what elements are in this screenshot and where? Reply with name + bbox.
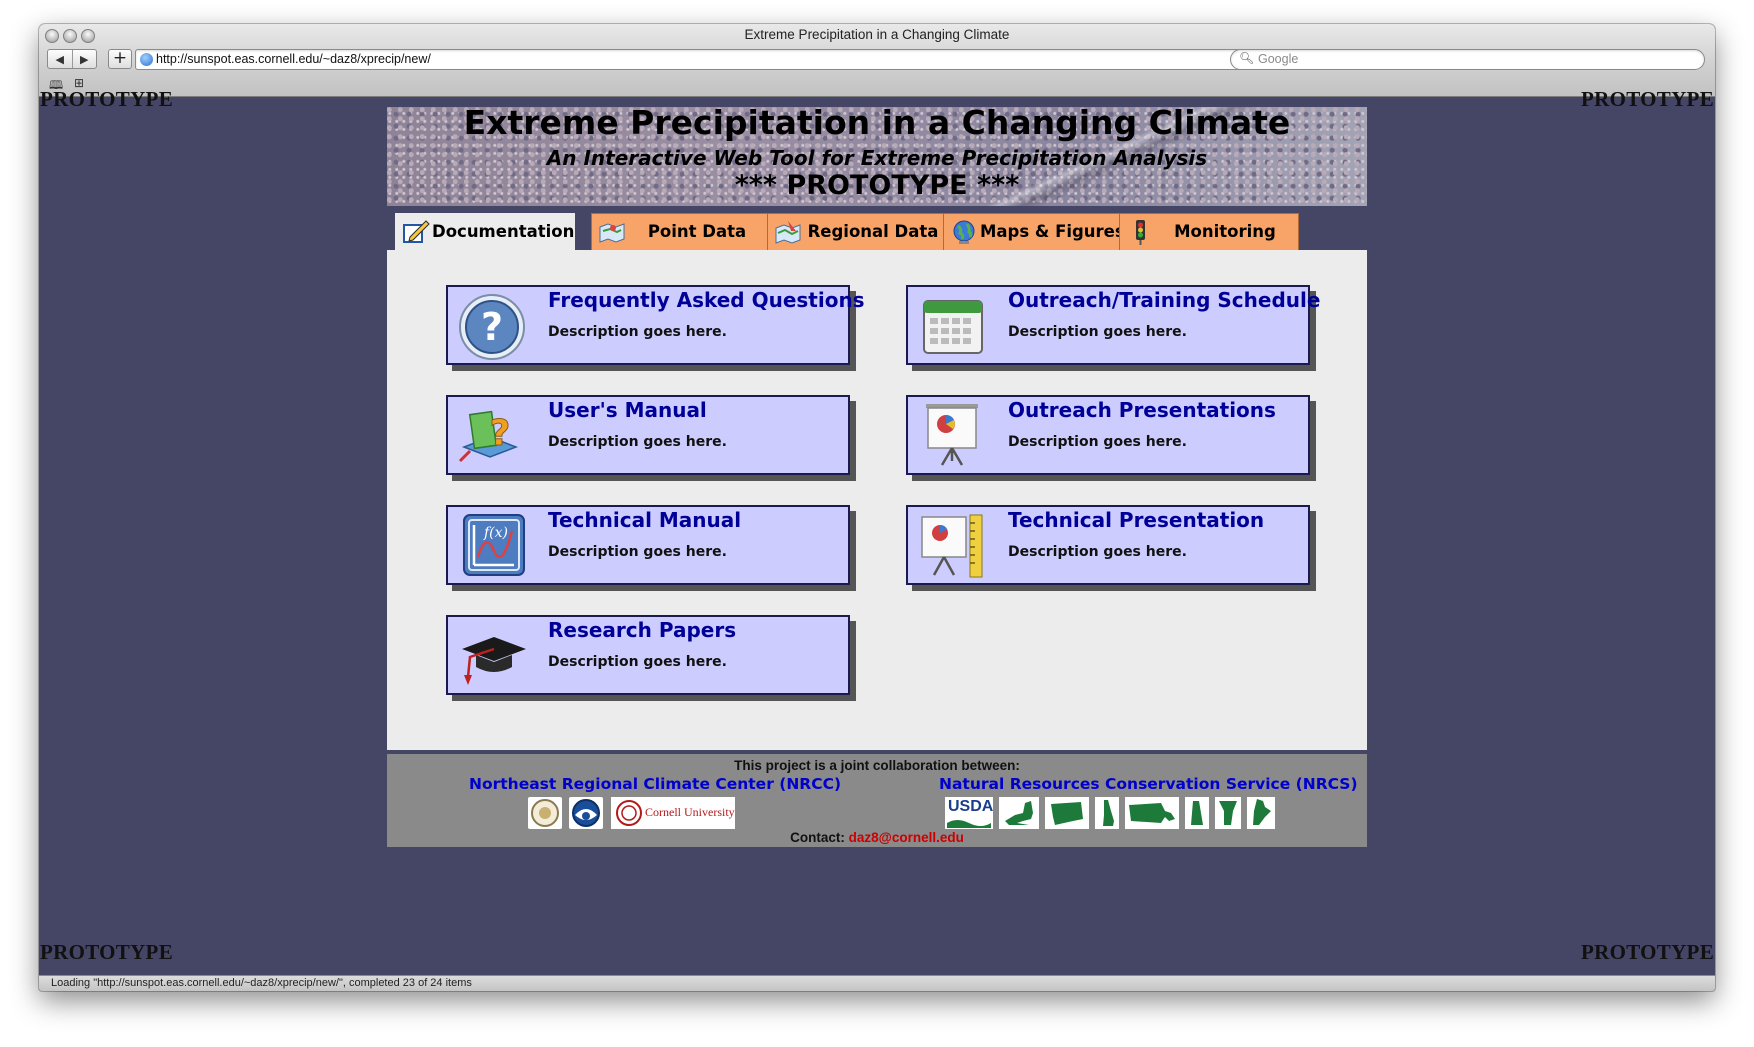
nrcc-link[interactable]: Northeast Regional Climate Center (NRCC) — [469, 775, 841, 793]
window-title: Extreme Precipitation in a Changing Clim… — [744, 27, 1010, 42]
address-bar[interactable]: http://sunspot.eas.cornell.edu/~daz8/xpr… — [135, 49, 1254, 70]
card-description: Description goes here. — [548, 544, 727, 560]
card-description: Description goes here. — [548, 324, 727, 340]
card-users-manual[interactable]: ? User's Manual Description goes here. — [446, 395, 850, 475]
card-title: Outreach Presentations — [1008, 398, 1276, 422]
card-title: Frequently Asked Questions — [548, 288, 865, 312]
back-icon[interactable]: ◀ — [48, 50, 73, 68]
prototype-watermark-bl: PROTOTYPE — [40, 940, 173, 964]
status-bar: Loading "http://sunspot.eas.cornell.edu/… — [39, 975, 1715, 991]
globe-icon — [953, 220, 975, 244]
browser-toolbar: Extreme Precipitation in a Changing Clim… — [39, 24, 1715, 97]
search-field[interactable]: 🔍︎ Google — [1230, 49, 1705, 70]
region-map-icon — [775, 221, 801, 244]
prototype-label: *** PROTOTYPE *** — [734, 170, 1020, 201]
prototype-watermark-tl: PROTOTYPE — [40, 87, 173, 111]
presentation-icon — [926, 404, 978, 466]
contact-email-link[interactable]: daz8@cornell.edu — [849, 830, 964, 845]
card-title: Technical Presentation — [1008, 508, 1265, 532]
map-point-icon — [599, 223, 625, 243]
usda-logo[interactable]: USDA — [945, 797, 993, 829]
nrcs-link[interactable]: Natural Resources Conservation Service (… — [939, 775, 1358, 793]
footer: This project is a joint collaboration be… — [387, 750, 1367, 847]
header-banner: Extreme Precipitation in a Changing Clim… — [387, 103, 1367, 206]
question-icon: ? — [459, 294, 525, 360]
cornell-logo[interactable]: Cornell University — [611, 797, 735, 829]
site-container: Extreme Precipitation in a Changing Clim… — [387, 103, 1367, 847]
card-technical-presentation[interactable]: Technical Presentation Description goes … — [906, 505, 1310, 585]
tab-label: Point Data — [647, 222, 747, 241]
new-york-state-icon[interactable] — [999, 797, 1039, 829]
card-title: User's Manual — [548, 398, 707, 422]
card-outreach-presentations[interactable]: Outreach Presentations Description goes … — [906, 395, 1310, 475]
prototype-watermark-tr: PROTOTYPE — [1581, 87, 1714, 111]
tab-label: Maps & Figures — [980, 222, 1125, 241]
technical-presentation-icon — [921, 514, 983, 578]
card-faq[interactable]: ? Frequently Asked Questions Description… — [446, 285, 865, 365]
calendar-icon — [923, 300, 983, 354]
pencil-doc-icon — [403, 220, 430, 243]
card-technical-manual[interactable]: f(x) Technical Manual Description goes h… — [446, 505, 850, 585]
tab-monitoring[interactable]: Monitoring — [1119, 213, 1299, 250]
tab-label: Documentation — [432, 222, 575, 241]
card-description: Description goes here. — [1008, 324, 1187, 340]
tab-label: Monitoring — [1174, 222, 1276, 241]
contact-line: Contact: daz8@cornell.edu — [387, 830, 1367, 845]
card-description: Description goes here. — [1008, 434, 1187, 450]
card-title: Research Papers — [548, 618, 737, 642]
tab-documentation[interactable]: Documentation — [395, 213, 575, 251]
add-bookmark-button[interactable]: + — [108, 49, 132, 69]
nav-buttons: ◀ ▶ — [47, 49, 97, 69]
contact-label: Contact: — [790, 830, 845, 845]
svg-text:?: ? — [481, 305, 503, 349]
tab-point-data[interactable]: Point Data — [591, 213, 771, 250]
site-globe-icon — [140, 53, 153, 66]
card-outreach-training[interactable]: Outreach/Training Schedule Description g… — [906, 285, 1320, 365]
maine-state-icon[interactable] — [1247, 797, 1275, 829]
graduation-cap-icon — [462, 637, 526, 685]
site-title: Extreme Precipitation in a Changing Clim… — [463, 103, 1291, 142]
new-hampshire-state-icon[interactable] — [1095, 797, 1119, 829]
card-description: Description goes here. — [1008, 544, 1187, 560]
url-text: http://sunspot.eas.cornell.edu/~daz8/xpr… — [156, 52, 431, 66]
manual-icon: ? — [458, 410, 519, 463]
site-subtitle: An Interactive Web Tool for Extreme Prec… — [546, 146, 1208, 170]
svg-text:f(x): f(x) — [483, 525, 508, 541]
connecticut-state-icon[interactable] — [1045, 797, 1089, 829]
cornell-logo-text: Cornell University — [645, 805, 735, 819]
card-title: Outreach/Training Schedule — [1008, 288, 1321, 312]
prototype-watermark-br: PROTOTYPE — [1581, 940, 1714, 964]
traffic-light-icon — [1136, 220, 1145, 245]
svg-text:?: ? — [490, 413, 511, 454]
card-description: Description goes here. — [548, 654, 727, 670]
collaboration-text: This project is a joint collaboration be… — [734, 758, 1020, 773]
card-research-papers[interactable]: Research Papers Description goes here. — [446, 615, 850, 695]
function-graph-icon: f(x) — [463, 514, 525, 576]
noaa-logo[interactable] — [569, 797, 603, 829]
tab-regional-data[interactable]: Regional Data — [767, 213, 947, 250]
search-icon: 🔍︎ — [1239, 51, 1255, 65]
tab-maps-figures[interactable]: Maps & Figures — [943, 213, 1125, 250]
card-description: Description goes here. — [548, 434, 727, 450]
status-text: Loading "http://sunspot.eas.cornell.edu/… — [51, 977, 472, 989]
card-title: Technical Manual — [548, 508, 742, 532]
forward-icon[interactable]: ▶ — [73, 50, 97, 68]
search-placeholder: Google — [1258, 52, 1299, 66]
browser-window: Extreme Precipitation in a Changing Clim… — [39, 24, 1715, 991]
vermont-state-icon[interactable] — [1215, 797, 1241, 829]
tab-label: Regional Data — [807, 222, 939, 241]
documentation-panel: ? Frequently Asked Questions Description… — [387, 250, 1367, 750]
massachusetts-state-icon[interactable] — [1125, 797, 1179, 829]
rhode-island-state-icon[interactable] — [1185, 797, 1209, 829]
nrcc-seal-logo[interactable] — [528, 797, 562, 829]
tab-bar: Documentation Point Data Regional Data M… — [387, 206, 1367, 251]
